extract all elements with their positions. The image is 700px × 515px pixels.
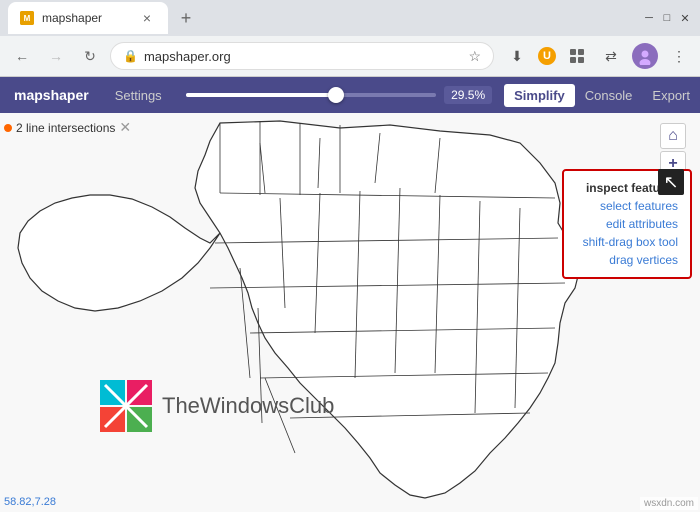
address-bar-row: ← → ↻ 🔒 mapshaper.org ☆ ⬇ U (0, 36, 700, 76)
new-tab-button[interactable]: + (172, 4, 200, 32)
address-bar[interactable]: 🔒 mapshaper.org ☆ (110, 42, 494, 70)
url-text: mapshaper.org (144, 49, 462, 64)
download-icon[interactable]: ⬇ (504, 43, 530, 69)
intersections-close-btn[interactable]: ✕ (119, 119, 131, 136)
close-btn[interactable]: ✕ (678, 11, 692, 25)
reload-icon: ↻ (84, 48, 96, 65)
shift-drag-box-item[interactable]: shift-drag box tool (576, 233, 678, 251)
u-badge[interactable]: U (538, 47, 556, 65)
twc-logo: TheWindowsClub (100, 380, 334, 432)
window-buttons[interactable]: ─ □ ✕ (642, 11, 692, 25)
slider-track[interactable] (186, 93, 436, 97)
tab-close-btn[interactable]: × (138, 9, 156, 27)
app-logo: mapshaper (0, 77, 103, 113)
select-features-item[interactable]: select features (576, 197, 678, 215)
context-menu: ↖ inspect features select features edit … (562, 169, 692, 279)
watermark: wsxdn.com (640, 497, 698, 510)
slider-fill (186, 93, 336, 97)
active-tab[interactable]: M mapshaper × (8, 2, 168, 34)
sync-icon[interactable]: ⇄ (598, 43, 624, 69)
home-icon: ⌂ (668, 127, 678, 145)
app-toolbar: mapshaper Settings 29.5% Simplify Consol… (0, 77, 700, 113)
export-button[interactable]: Export (642, 88, 700, 103)
intersections-notice: 2 line intersections ✕ (4, 119, 131, 136)
forward-icon: → (49, 48, 63, 64)
simplify-button[interactable]: Simplify (504, 84, 575, 107)
profile-avatar[interactable] (632, 43, 658, 69)
percent-badge: 29.5% (444, 86, 492, 104)
map-coordinates: 58.82,7.28 (4, 496, 56, 508)
maximize-btn[interactable]: □ (660, 11, 674, 25)
shift-drag-box-label: shift-drag box tool (583, 235, 678, 249)
drag-vertices-label: drag vertices (609, 253, 678, 267)
select-features-label: select features (600, 199, 678, 213)
twc-icon (100, 380, 152, 432)
back-button[interactable]: ← (8, 42, 36, 70)
reload-button[interactable]: ↻ (76, 42, 104, 70)
svg-text:M: M (24, 14, 31, 23)
tab-title: mapshaper (42, 11, 130, 25)
settings-button[interactable]: Settings (103, 77, 174, 113)
browser-chrome: M mapshaper × + ─ □ ✕ ← → ↻ 🔒 mapshaper (0, 0, 700, 77)
slider-thumb[interactable] (328, 87, 344, 103)
window-controls: ─ □ ✕ (642, 11, 692, 25)
intersections-text: 2 line intersections (16, 121, 115, 135)
tab-favicon: M (20, 11, 34, 25)
back-icon: ← (15, 48, 29, 64)
bookmark-icon[interactable]: ☆ (468, 48, 481, 65)
map-area[interactable]: 2 line intersections ✕ ⌂ + − ↖ inspect f… (0, 113, 700, 512)
minimize-btn[interactable]: ─ (642, 11, 656, 25)
cursor-icon: ↖ (658, 169, 684, 195)
browser-action-icons: ⬇ U ⇄ (504, 43, 692, 69)
edit-attributes-item[interactable]: edit attributes (576, 215, 678, 233)
lock-icon: 🔒 (123, 49, 138, 63)
extensions-icon[interactable] (564, 43, 590, 69)
browser-menu-icon[interactable]: ⋮ (666, 43, 692, 69)
drag-vertices-item[interactable]: drag vertices (576, 251, 678, 269)
simplify-slider-area: 29.5% (174, 86, 504, 104)
console-button[interactable]: Console (575, 88, 643, 103)
tab-bar: M mapshaper × + ─ □ ✕ (0, 0, 700, 36)
edit-attributes-label: edit attributes (606, 217, 678, 231)
forward-button[interactable]: → (42, 42, 70, 70)
home-button[interactable]: ⌂ (660, 123, 686, 149)
intersections-dot (4, 124, 12, 132)
twc-text: TheWindowsClub (162, 393, 334, 419)
